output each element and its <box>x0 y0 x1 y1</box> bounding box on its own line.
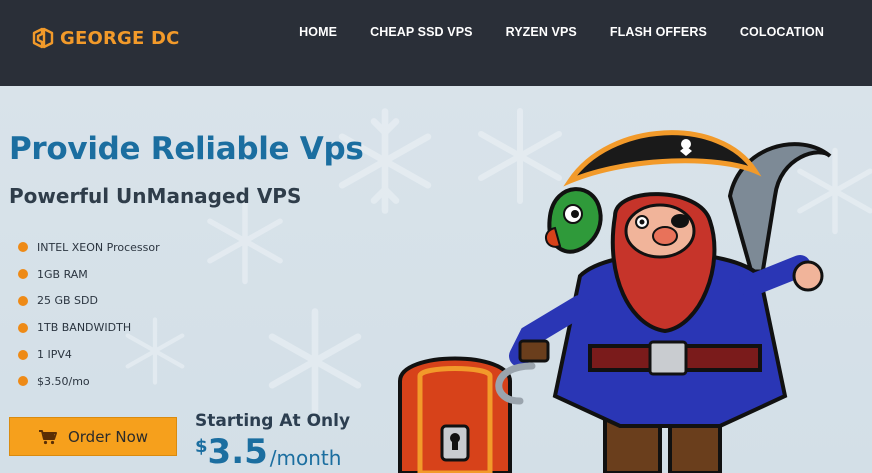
list-item: 1 IPV4 <box>18 341 160 368</box>
list-item: 1TB BANDWIDTH <box>18 314 160 341</box>
price-amount: 3.5 <box>207 432 268 472</box>
logo[interactable]: GEORGE DC <box>30 26 180 50</box>
starting-label: Starting At Only <box>195 411 351 431</box>
order-now-label: Order Now <box>67 427 149 446</box>
site-header: GEORGE DC HOME CHEAP SSD VPS RYZEN VPS F… <box>0 0 872 86</box>
logo-text: GEORGE DC <box>60 27 180 49</box>
order-now-button[interactable]: Order Now <box>9 417 177 456</box>
cart-icon <box>38 429 57 444</box>
list-item: 1GB RAM <box>18 261 160 288</box>
nav-flash-offers[interactable]: FLASH OFFERS <box>610 24 707 40</box>
logo-mark-icon <box>32 27 54 49</box>
bullet-icon <box>18 349 28 360</box>
bullet-icon <box>18 295 28 306</box>
price-period: /month <box>269 446 342 470</box>
bullet-icon <box>18 376 28 387</box>
pirate-illustration <box>398 130 832 473</box>
nav-home[interactable]: HOME <box>299 24 337 40</box>
feature-list: INTEL XEON Processor 1GB RAM 25 GB SDD 1… <box>18 234 160 395</box>
price: $ 3.5 /month <box>195 432 341 472</box>
nav-colocation[interactable]: COLOCATION <box>740 24 824 40</box>
hero-subtitle: Powerful UnManaged VPS <box>9 184 302 208</box>
list-item: INTEL XEON Processor <box>18 234 160 261</box>
list-item: $3.50/mo <box>18 368 160 395</box>
snowflake-icon <box>268 308 362 414</box>
bullet-icon <box>18 242 28 253</box>
hero-title: Provide Reliable Vps <box>9 131 364 167</box>
snowflake-icon <box>207 197 283 285</box>
bullet-icon <box>18 269 28 280</box>
nav-cheap-ssd-vps[interactable]: CHEAP SSD VPS <box>370 24 473 40</box>
price-currency: $ <box>195 436 208 457</box>
list-item: 25 GB SDD <box>18 288 160 315</box>
main-nav: HOME CHEAP SSD VPS RYZEN VPS FLASH OFFER… <box>299 24 824 40</box>
nav-ryzen-vps[interactable]: RYZEN VPS <box>506 24 577 40</box>
hero-section: Provide Reliable Vps Powerful UnManaged … <box>0 86 872 473</box>
bullet-icon <box>18 322 28 333</box>
